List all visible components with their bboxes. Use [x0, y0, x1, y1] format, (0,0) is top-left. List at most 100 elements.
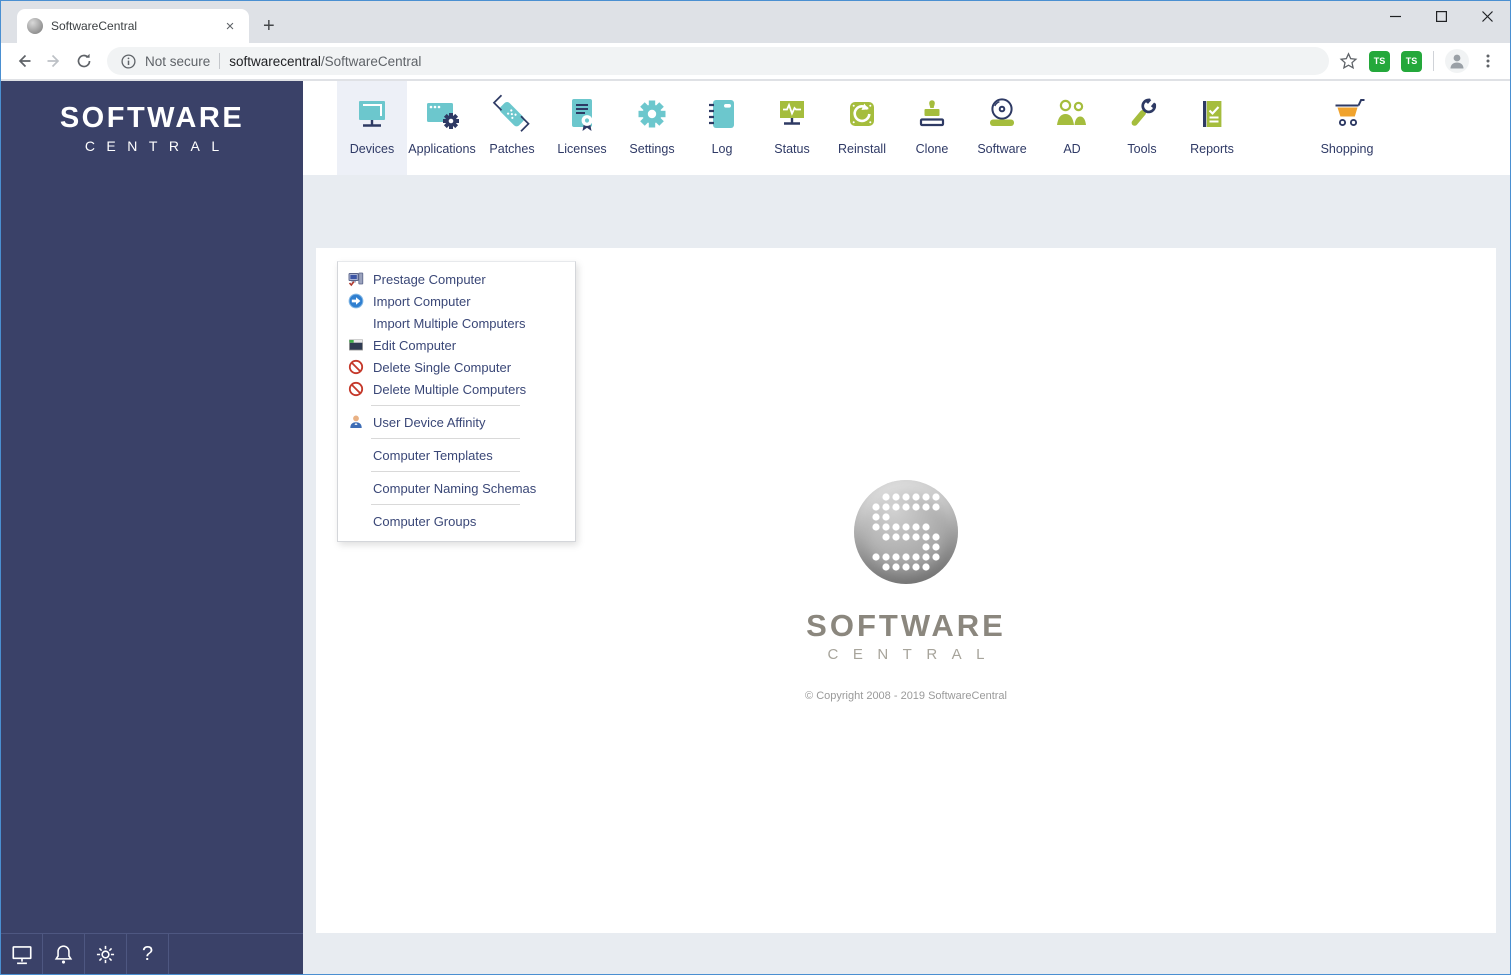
dropdown-item-label: Import Multiple Computers [373, 315, 526, 331]
url-host: softwarecentral [229, 53, 321, 69]
dropdown-item-label: Computer Groups [373, 513, 477, 529]
menu-item-reinstall[interactable]: Reinstall [827, 81, 897, 175]
menu-item-status[interactable]: Status [757, 81, 827, 175]
menu-item-label: Devices [349, 142, 395, 156]
dropdown-item-prestage-computer[interactable]: Prestage Computer [338, 268, 575, 290]
address-bar[interactable]: Not secure softwarecentral/SoftwareCentr… [107, 47, 1329, 75]
menu-item-ad[interactable]: AD [1037, 81, 1107, 175]
reload-icon [77, 53, 91, 68]
tab-close-icon[interactable]: × [221, 17, 239, 35]
extension-ts-icon[interactable]: TS [1369, 50, 1390, 72]
page: SOFTWARE CENTRAL ? Devices Applications … [1, 81, 1510, 974]
logo-dotted-s-icon [872, 492, 940, 571]
menu-item-software[interactable]: Software [967, 81, 1037, 175]
toolbar-right-cluster: TS TS [1339, 49, 1496, 73]
menu-item-licenses[interactable]: Licenses [547, 81, 617, 175]
menu-item-shopping[interactable]: Shopping [1312, 81, 1382, 175]
menu-item-label: Log [711, 142, 733, 156]
forward-button[interactable] [39, 46, 69, 76]
menu-item-label: Applications [408, 142, 476, 156]
new-tab-button[interactable]: + [263, 16, 275, 36]
reinstall-icon [842, 94, 882, 134]
dropdown-item-computer-groups[interactable]: Computer Groups [338, 510, 575, 532]
window-controls [1372, 1, 1510, 31]
browser-menu-icon[interactable] [1480, 53, 1496, 69]
dropdown-item-label: Delete Single Computer [373, 359, 512, 375]
status-icon [772, 94, 812, 134]
copyright-text: © Copyright 2008 - 2019 SoftwareCentral [805, 689, 1007, 702]
delete-icon [348, 381, 365, 397]
dropdown-item-import-multiple-computers[interactable]: Import Multiple Computers [338, 312, 575, 334]
person-icon [1450, 54, 1464, 69]
browser-window: SoftwareCentral × + Not secure softwarec… [0, 0, 1511, 975]
dropdown-divider [371, 504, 520, 505]
menu-item-label: Tools [1127, 142, 1157, 156]
log-icon [702, 94, 742, 134]
dropdown-item-import-computer[interactable]: Import Computer [338, 290, 575, 312]
dropdown-item-delete-single-computer[interactable]: Delete Single Computer [338, 356, 575, 378]
address-divider [219, 53, 221, 69]
maximize-button[interactable] [1418, 1, 1464, 31]
dropdown-item-computer-templates[interactable]: Computer Templates [338, 444, 575, 466]
dropdown-item-label: Delete Multiple Computers [373, 381, 527, 397]
sidebar-help-button[interactable]: ? [127, 934, 169, 974]
menu-item-reports[interactable]: Reports [1177, 81, 1247, 175]
shopping-icon [1327, 94, 1367, 134]
no-icon [348, 513, 365, 529]
patches-icon [492, 94, 532, 134]
dropdown-item-label: Prestage Computer [373, 271, 486, 287]
reload-button[interactable] [69, 46, 99, 76]
menu-item-label: Settings [629, 142, 675, 156]
url-path: /SoftwareCentral [320, 53, 422, 69]
settings-icon [632, 94, 672, 134]
dropdown-item-label: Computer Naming Schemas [373, 480, 537, 496]
url-text[interactable]: softwarecentral/SoftwareCentral [229, 54, 421, 69]
menu-item-applications[interactable]: Applications [407, 81, 477, 175]
back-arrow-icon [18, 54, 31, 68]
menu-item-label: AD [1063, 142, 1081, 156]
help-icon: ? [141, 942, 154, 965]
menu-item-tools[interactable]: Tools [1107, 81, 1177, 175]
tools-icon [1122, 94, 1162, 134]
maximize-icon [1435, 10, 1447, 22]
tab-strip: SoftwareCentral × + [1, 1, 1510, 43]
menu-item-log[interactable]: Log [687, 81, 757, 175]
dropdown-item-delete-multiple-computers[interactable]: Delete Multiple Computers [338, 378, 575, 400]
no-icon [348, 315, 365, 331]
extension-ts-icon[interactable]: TS [1401, 50, 1422, 72]
sidebar-logo: SOFTWARE CENTRAL [1, 81, 303, 154]
security-label[interactable]: Not secure [145, 54, 210, 69]
subheader-band [303, 175, 1510, 248]
profile-avatar[interactable] [1445, 49, 1469, 73]
sidebar-computer-button[interactable] [1, 934, 43, 974]
sidebar: SOFTWARE CENTRAL ? [1, 81, 303, 974]
back-button[interactable] [9, 46, 39, 76]
dropdown-item-user-device-affinity[interactable]: User Device Affinity [338, 411, 575, 433]
dropdown-item-computer-naming-schemas[interactable]: Computer Naming Schemas [338, 477, 575, 499]
prestage-computer-icon [348, 271, 365, 287]
softwarecentral-favicon-icon [27, 18, 43, 34]
minimize-icon [1389, 15, 1401, 17]
menu-item-settings[interactable]: Settings [617, 81, 687, 175]
minimize-button[interactable] [1372, 1, 1418, 31]
dropdown-divider [371, 405, 520, 406]
sidebar-notifications-button[interactable] [43, 934, 85, 974]
menu-item-label: Patches [489, 142, 535, 156]
sidebar-logo-central: CENTRAL [84, 138, 231, 154]
menu-item-patches[interactable]: Patches [477, 81, 547, 175]
dropdown-item-label: Import Computer [373, 293, 471, 309]
bookmark-star-icon[interactable] [1339, 51, 1358, 71]
content-logo-central: CENTRAL [827, 645, 999, 663]
dropdown-item-edit-computer[interactable]: Edit Computer [338, 334, 575, 356]
edit-computer-icon [348, 337, 365, 353]
menu-item-clone[interactable]: Clone [897, 81, 967, 175]
browser-tab[interactable]: SoftwareCentral × [17, 9, 249, 43]
menubar-items: Devices Applications Patches Licenses Settin… [303, 81, 1510, 175]
devices-icon [352, 94, 392, 134]
dropdown-divider [371, 471, 520, 472]
close-window-button[interactable] [1464, 1, 1510, 31]
sidebar-settings-button[interactable] [85, 934, 127, 974]
menu-item-label: Software [977, 142, 1027, 156]
menu-item-devices[interactable]: Devices [337, 81, 407, 175]
user-device-icon [348, 414, 365, 430]
